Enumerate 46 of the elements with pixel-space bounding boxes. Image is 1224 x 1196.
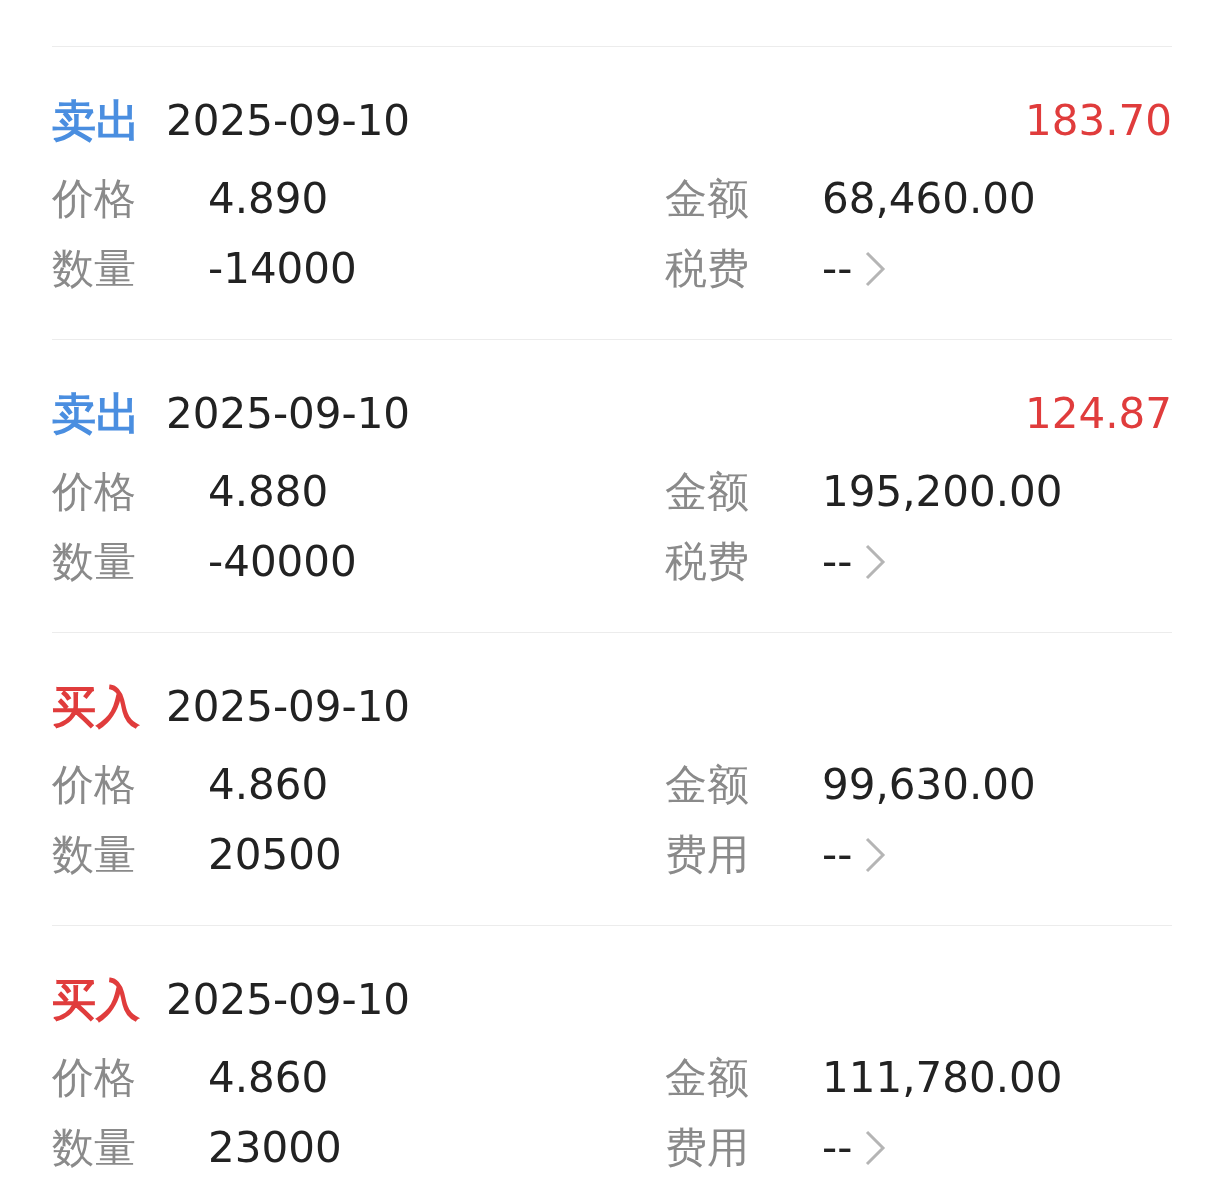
field-label: 税费	[665, 541, 750, 583]
trade-type: 买入	[52, 685, 140, 729]
field-label: 价格	[52, 1057, 137, 1099]
field-value: --	[822, 834, 853, 876]
chevron-right-icon[interactable]	[864, 837, 887, 873]
field-label: 费用	[665, 834, 750, 876]
profit-value: 183.70	[1025, 100, 1172, 142]
field-value: --	[822, 541, 853, 583]
field-value: 4.860	[208, 1057, 329, 1099]
trade-type: 买入	[52, 978, 140, 1022]
field-label: 价格	[52, 471, 137, 513]
field-value: 99,630.00	[822, 764, 1036, 806]
trade-date: 2025-09-10	[166, 686, 411, 728]
trade-type: 卖出	[52, 99, 140, 143]
field-value: --	[822, 1127, 853, 1169]
field-label: 金额	[665, 471, 750, 513]
field-label: 费用	[665, 1127, 750, 1169]
profit-value: 124.87	[1025, 393, 1172, 435]
trade-date: 2025-09-10	[166, 393, 411, 435]
field-value: 20500	[208, 834, 342, 876]
field-value: -14000	[208, 248, 357, 290]
field-value: 4.880	[208, 471, 329, 513]
field-value: 4.860	[208, 764, 329, 806]
field-label: 金额	[665, 764, 750, 806]
field-value: 195,200.00	[822, 471, 1063, 513]
trade-date: 2025-09-10	[166, 100, 411, 142]
field-label: 税费	[665, 248, 750, 290]
field-label: 价格	[52, 764, 137, 806]
field-label: 数量	[52, 1127, 137, 1169]
field-value: 111,780.00	[822, 1057, 1063, 1099]
chevron-right-icon[interactable]	[864, 1130, 887, 1166]
field-value: -40000	[208, 541, 357, 583]
trade-type: 卖出	[52, 392, 140, 436]
field-value: --	[822, 248, 853, 290]
field-label: 金额	[665, 1057, 750, 1099]
trade-date: 2025-09-10	[166, 979, 411, 1021]
field-value: 68,460.00	[822, 178, 1036, 220]
field-value: 4.890	[208, 178, 329, 220]
field-label: 价格	[52, 178, 137, 220]
field-label: 数量	[52, 248, 137, 290]
field-label: 金额	[665, 178, 750, 220]
field-label: 数量	[52, 834, 137, 876]
chevron-right-icon[interactable]	[864, 251, 887, 287]
field-value: 23000	[208, 1127, 342, 1169]
chevron-right-icon[interactable]	[864, 544, 887, 580]
field-label: 数量	[52, 541, 137, 583]
